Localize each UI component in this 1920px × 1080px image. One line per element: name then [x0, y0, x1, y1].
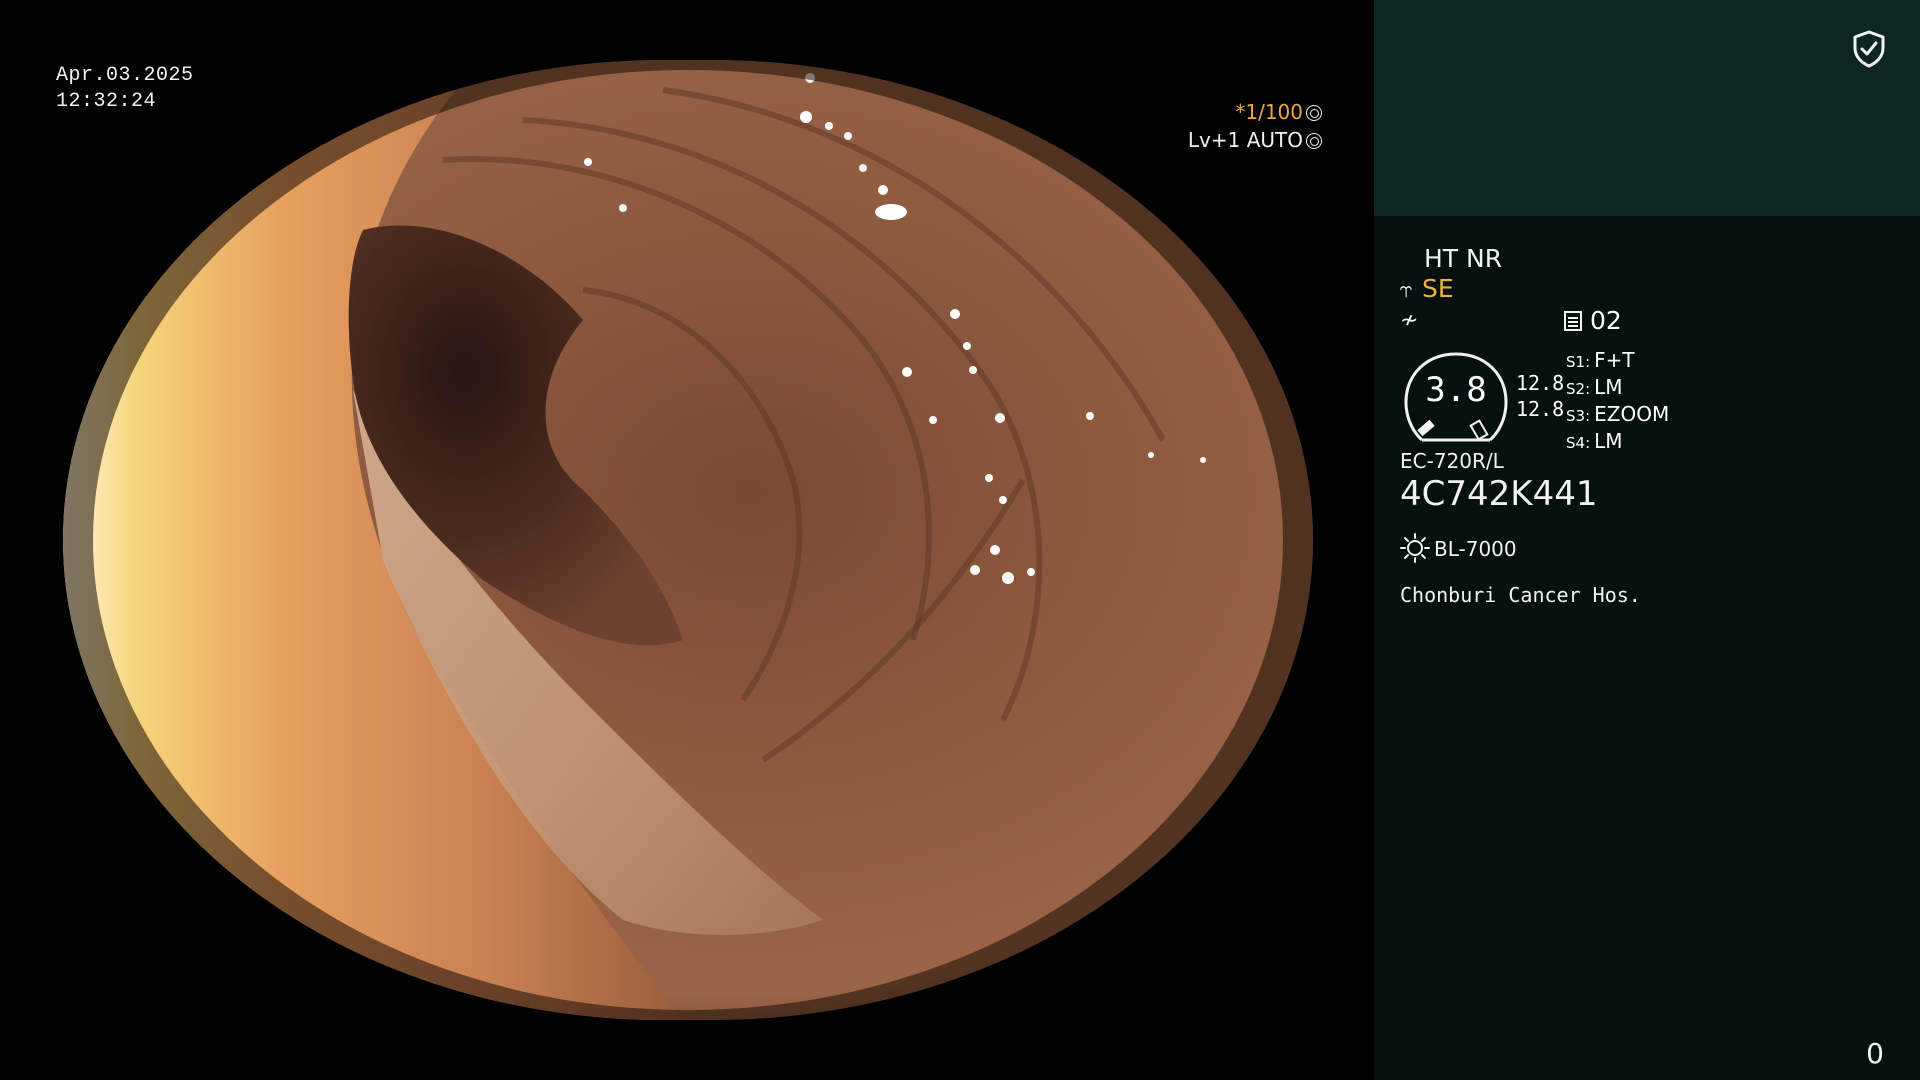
se-indicator: ⥾ SE — [1400, 274, 1454, 303]
shutter-speed-text: *1/100 — [1235, 100, 1303, 124]
record-number-text: 02 — [1590, 306, 1622, 335]
scope-icon: ⥾ — [1400, 278, 1413, 303]
switch-row: S4: LM — [1566, 429, 1623, 453]
scope-model: EC-720R/L — [1400, 449, 1504, 473]
endoscopic-image — [63, 60, 1313, 1020]
iris-icon — [1306, 133, 1322, 149]
gauge-value: 3.8 — [1425, 370, 1487, 410]
size-value-2: 12.8 — [1516, 397, 1565, 421]
exposure-info: *1/100 Lv+1 AUTO — [1188, 98, 1322, 154]
serial-number: 4C742K441 — [1400, 474, 1598, 514]
exposure-mode: Lv+1 AUTO — [1188, 126, 1322, 154]
shutter-speed: *1/100 — [1188, 98, 1322, 126]
record-number: 02 — [1564, 306, 1622, 335]
switch-row: S3: EZOOM — [1566, 402, 1670, 426]
gauge: 3.8 — [1400, 352, 1512, 442]
timestamp: Apr.03.2025 12:32:24 — [56, 63, 194, 115]
image-counter: 0 — [1866, 1037, 1884, 1070]
panel-header — [1374, 0, 1920, 216]
shield-check-icon — [1853, 30, 1885, 68]
sun-icon — [1400, 533, 1430, 563]
not-equal-icon: ≁ — [1400, 308, 1419, 333]
endoscope-view: Apr.03.2025 12:32:24 *1/100 Lv+1 AUTO — [0, 0, 1374, 1080]
light-source: BL-7000 — [1400, 533, 1517, 563]
info-panel: HT NR ⥾ SE ≁ 02 3.8 12.8 12.8 S1: F+T S2: L… — [1374, 0, 1920, 1080]
se-label: SE — [1422, 274, 1454, 303]
exposure-mode-text: Lv+1 AUTO — [1187, 128, 1303, 152]
size-value-1: 12.8 — [1516, 371, 1565, 395]
size-values: 12.8 12.8 — [1516, 370, 1564, 422]
endoscopy-screen: Apr.03.2025 12:32:24 *1/100 Lv+1 AUTO HT… — [0, 0, 1920, 1080]
switch-assignments: S1: F+T S2: LM S3: EZOOM S4: LM — [1566, 348, 1669, 456]
hospital-name: Chonburi Cancer Hos. — [1400, 583, 1641, 607]
aperture-icon — [1306, 105, 1322, 121]
ht-nr-label: HT NR — [1424, 244, 1503, 273]
time-text: 12:32:24 — [56, 90, 157, 113]
colon-lumen-image — [63, 60, 1313, 1020]
document-icon — [1564, 311, 1582, 331]
light-source-text: BL-7000 — [1434, 537, 1517, 561]
switch-row: S2: LM — [1566, 375, 1623, 399]
date-text: Apr.03.2025 — [56, 64, 194, 87]
switch-row: S1: F+T — [1566, 348, 1635, 372]
f-indicator: ≁ — [1400, 305, 1422, 333]
